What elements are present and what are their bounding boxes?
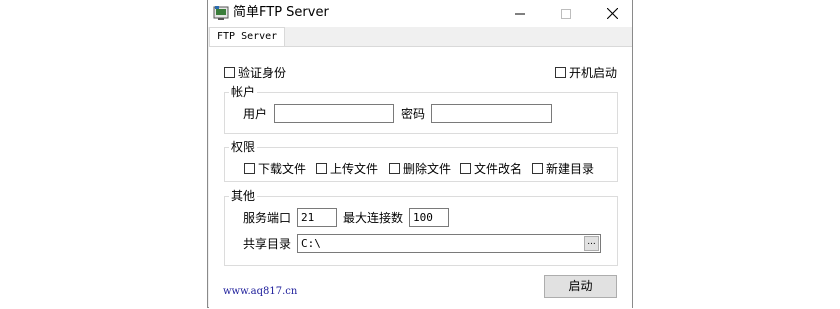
other-group: 其他 (224, 188, 618, 266)
window-title: 简单FTP Server (233, 5, 329, 20)
perm-download-checkbox[interactable]: 下载文件 (244, 160, 306, 177)
checkbox-box (555, 67, 566, 78)
checkbox-box (224, 67, 235, 78)
checkbox-box (316, 163, 327, 174)
verify-identity-label: 验证身份 (238, 66, 287, 80)
tab-panel: 验证身份 开机启动 帐户 用户 密码 权限 下载文件 上传文件 删除文件 文件改… (209, 46, 632, 308)
maximize-button[interactable] (543, 0, 589, 27)
tab-ftp-server[interactable]: FTP Server (209, 27, 285, 47)
maximize-icon (561, 8, 571, 19)
minimize-button[interactable] (497, 0, 543, 27)
port-label: 服务端口 (243, 211, 292, 225)
perm-upload-checkbox[interactable]: 上传文件 (316, 160, 378, 177)
tab-strip: FTP Server (209, 27, 632, 47)
perm-download-label: 下载文件 (258, 162, 307, 176)
user-field[interactable] (274, 104, 394, 123)
account-group-title: 帐户 (229, 84, 258, 100)
perm-mkdir-checkbox[interactable]: 新建目录 (532, 160, 594, 177)
max-connections-field[interactable]: 100 (409, 208, 449, 227)
perm-mkdir-label: 新建目录 (546, 162, 595, 176)
autostart-label: 开机启动 (569, 66, 618, 80)
checkbox-box (389, 163, 400, 174)
close-button[interactable] (589, 0, 635, 27)
other-group-title: 其他 (229, 188, 258, 204)
app-window: 简单FTP Server FTP Server 验证身份 开机启动 帐户 用户 … (207, 0, 633, 308)
perm-rename-label: 文件改名 (474, 162, 523, 176)
perm-rename-checkbox[interactable]: 文件改名 (460, 160, 522, 177)
checkbox-box (532, 163, 543, 174)
autostart-checkbox[interactable]: 开机启动 (555, 64, 617, 81)
app-icon (213, 6, 229, 20)
shared-dir-field[interactable]: C:\ (297, 234, 601, 253)
shared-dir-label: 共享目录 (243, 237, 292, 251)
perm-delete-checkbox[interactable]: 删除文件 (389, 160, 451, 177)
checkbox-box (460, 163, 471, 174)
password-label: 密码 (401, 107, 426, 121)
max-connections-label: 最大连接数 (343, 211, 404, 225)
title-bar[interactable]: 简单FTP Server (208, 0, 632, 27)
minimize-icon (515, 13, 525, 14)
password-field[interactable] (431, 104, 552, 123)
port-field[interactable]: 21 (297, 208, 337, 227)
close-icon (606, 8, 618, 19)
checkbox-box (244, 163, 255, 174)
start-button[interactable]: 启动 (544, 275, 617, 298)
website-link[interactable]: www.aq817.cn (223, 286, 297, 297)
perm-delete-label: 删除文件 (403, 162, 452, 176)
permissions-group-title: 权限 (229, 139, 258, 155)
perm-upload-label: 上传文件 (330, 162, 379, 176)
browse-button[interactable]: ... (584, 236, 599, 251)
user-label: 用户 (243, 107, 268, 121)
verify-identity-checkbox[interactable]: 验证身份 (224, 64, 286, 81)
